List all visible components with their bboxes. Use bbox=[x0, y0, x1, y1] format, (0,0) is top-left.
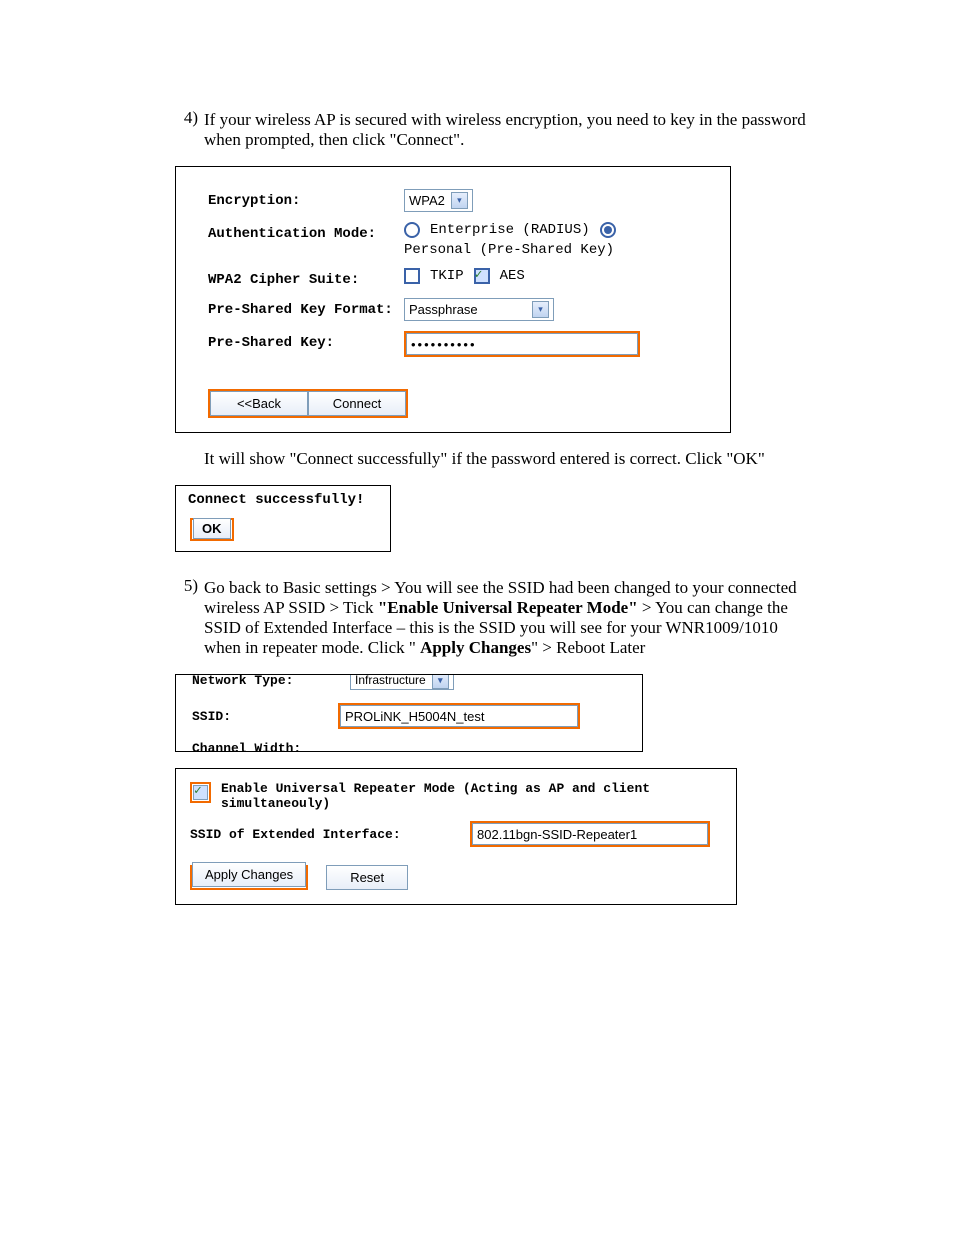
step-5-text: Go back to Basic settings > You will see… bbox=[204, 578, 814, 658]
bold-apply-changes: Apply Changes bbox=[420, 638, 531, 657]
step-4-text-b: It will show "Connect successfully" if t… bbox=[204, 449, 814, 469]
reset-button[interactable]: Reset bbox=[326, 865, 408, 890]
back-button[interactable]: <<Back bbox=[210, 391, 308, 416]
chevron-down-icon: ▾ bbox=[451, 192, 468, 209]
encryption-dialog: Encryption: WPA2 ▾ Authentication Mode: … bbox=[175, 166, 731, 433]
psk-input[interactable]: •••••••••• bbox=[406, 333, 638, 355]
extended-ssid-highlight: 802.11bgn-SSID-Repeater1 bbox=[470, 821, 710, 847]
network-type-select[interactable]: Infrastructure ▾ bbox=[350, 674, 454, 690]
radio-enterprise[interactable] bbox=[404, 222, 420, 238]
enable-repeater-label: Enable Universal Repeater Mode (Acting a… bbox=[221, 781, 722, 811]
step-5: 5) Go back to Basic settings > You will … bbox=[0, 576, 954, 905]
chevron-down-icon: ▾ bbox=[432, 674, 449, 689]
bold-enable-repeater: "Enable Universal Repeater Mode" bbox=[378, 598, 638, 617]
psk-format-value: Passphrase bbox=[409, 302, 478, 317]
psk-highlight: •••••••••• bbox=[404, 331, 640, 357]
encryption-label: Encryption: bbox=[196, 189, 404, 209]
chevron-down-icon: ▾ bbox=[532, 301, 549, 318]
radio-personal-label: Personal (Pre-Shared Key) bbox=[404, 242, 614, 258]
step-5-number: 5) bbox=[168, 576, 204, 596]
connect-button[interactable]: Connect bbox=[308, 391, 406, 416]
ssid-input[interactable]: PROLiNK_H5004N_test bbox=[340, 705, 578, 727]
cipher-label: WPA2 Cipher Suite: bbox=[196, 268, 404, 288]
step-4: 4) If your wireless AP is secured with w… bbox=[0, 108, 954, 552]
cipher-options: TKIP AES bbox=[404, 268, 710, 284]
ok-highlight: OK bbox=[190, 518, 234, 541]
encryption-select-value: WPA2 bbox=[409, 193, 445, 208]
psk-label: Pre-Shared Key: bbox=[196, 331, 404, 351]
connect-success-dialog: Connect successfully! OK bbox=[175, 485, 391, 552]
checkbox-aes[interactable] bbox=[474, 268, 490, 284]
apply-changes-button[interactable]: Apply Changes bbox=[192, 862, 306, 887]
repeater-panel: Enable Universal Repeater Mode (Acting a… bbox=[175, 768, 737, 905]
ssid-panel: Network Type: Infrastructure ▾ SSID: PRO… bbox=[175, 674, 643, 752]
auth-mode-label: Authentication Mode: bbox=[196, 222, 404, 242]
radio-personal[interactable] bbox=[600, 222, 616, 238]
psk-format-label: Pre-Shared Key Format: bbox=[196, 298, 404, 318]
enable-repeater-checkbox[interactable] bbox=[193, 785, 208, 800]
checkbox-aes-label: AES bbox=[500, 268, 525, 284]
radio-enterprise-label: Enterprise (RADIUS) bbox=[430, 222, 590, 238]
psk-format-select[interactable]: Passphrase ▾ bbox=[404, 298, 554, 321]
step-4-number: 4) bbox=[168, 108, 204, 128]
extended-ssid-input[interactable]: 802.11bgn-SSID-Repeater1 bbox=[472, 823, 708, 845]
encryption-select[interactable]: WPA2 ▾ bbox=[404, 189, 473, 212]
checkbox-tkip[interactable] bbox=[404, 268, 420, 284]
step-4-text: If your wireless AP is secured with wire… bbox=[204, 110, 814, 150]
channel-width-label: Channel Width: bbox=[192, 741, 301, 752]
network-type-label: Network Type: bbox=[192, 674, 332, 688]
ssid-highlight: PROLiNK_H5004N_test bbox=[338, 703, 580, 729]
ok-button[interactable]: OK bbox=[193, 518, 231, 539]
checkbox-tkip-label: TKIP bbox=[430, 268, 464, 284]
connect-success-msg: Connect successfully! bbox=[188, 492, 382, 508]
auth-mode-options: Enterprise (RADIUS) Personal (Pre-Shared… bbox=[404, 222, 710, 258]
ssid-label: SSID: bbox=[192, 709, 320, 724]
network-type-value: Infrastructure bbox=[355, 674, 426, 687]
back-connect-highlight: <<Back Connect bbox=[208, 389, 408, 418]
extended-ssid-label: SSID of Extended Interface: bbox=[190, 827, 454, 842]
apply-changes-highlight: Apply Changes bbox=[190, 865, 308, 890]
repeater-checkbox-highlight bbox=[190, 782, 211, 803]
